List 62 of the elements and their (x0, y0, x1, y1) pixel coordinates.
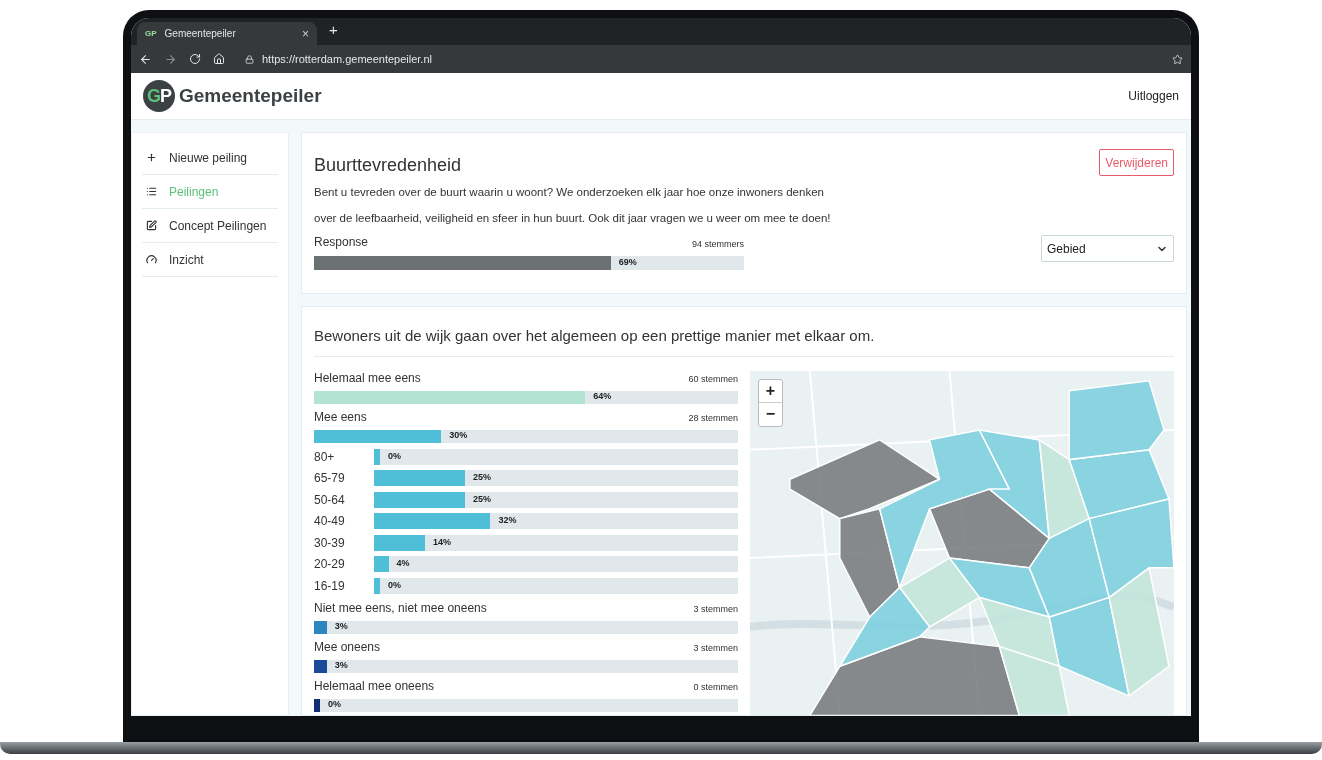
voter-count: 94 stemmers (692, 237, 744, 251)
answer-label: Mee eens (314, 408, 367, 426)
vote-count: 0 stemmen (693, 681, 738, 694)
edit-icon (146, 220, 157, 231)
percent-label: 0% (388, 449, 401, 463)
percent-label: 30% (449, 429, 468, 443)
vote-count: 60 stemmen (688, 373, 738, 386)
answer-label: Mee oneens (314, 638, 381, 656)
back-icon[interactable] (139, 52, 152, 66)
age-group-label: 50-64 (314, 491, 346, 509)
tab-title: Gemeentepeiler (164, 27, 237, 41)
age-group-label: 20-29 (314, 556, 346, 573)
percent-label: 69% (618, 256, 637, 270)
new-tab-button[interactable]: + (329, 18, 338, 41)
question-title: Bewoners uit de wijk gaan over het algemeen op een prettige manier met elkaar om. (314, 325, 1174, 357)
forward-icon[interactable] (164, 52, 177, 66)
percent-label: 64% (593, 390, 612, 404)
percent-label: 3% (334, 659, 348, 673)
brand-name: Gemeentepeiler (179, 83, 323, 108)
vote-count: 28 stemmen (688, 412, 738, 425)
home-icon[interactable] (213, 53, 225, 65)
logo-badge: GP (143, 80, 175, 112)
poll-title: Buurttevredenheid (314, 154, 463, 177)
zoom-out-button[interactable]: − (759, 402, 782, 426)
zoom-in-button[interactable]: + (759, 379, 782, 403)
browser-tab[interactable]: GP Gemeentepeiler × (137, 22, 317, 45)
age-group-label: 40-49 (314, 513, 346, 530)
delete-button[interactable]: Verwijderen (1099, 149, 1174, 176)
sidebar-item[interactable]: Nieuwe peiling (142, 141, 278, 175)
gauge-icon (146, 254, 157, 265)
percent-label: 4% (396, 557, 410, 571)
percent-label: 25% (473, 471, 491, 485)
percent-label: 14% (432, 535, 451, 549)
percent-label: 0% (388, 578, 401, 592)
lock-icon (245, 54, 254, 64)
percent-label: 25% (473, 492, 491, 506)
age-group-label: 16-19 (314, 577, 346, 595)
reload-icon[interactable] (189, 53, 201, 65)
percent-label: 32% (498, 514, 517, 528)
url-field[interactable]: https://rotterdam.gemeentepeiler.nl (262, 50, 1160, 68)
age-group-label: 65-79 (314, 470, 346, 487)
area-dropdown[interactable]: Gebied (1041, 235, 1174, 262)
answer-label: Helemaal mee oneens (314, 677, 435, 695)
age-group-label: 30-39 (314, 534, 346, 552)
vote-count: 3 stemmen (693, 603, 738, 616)
poll-description: Bent u tevreden over de buurt waarin u woont? We onderzoeken elk jaar hoe onze inwoners denken (314, 185, 825, 200)
poll-description: over de leefbaarheid, veiligheid en sfeer in hun buurt. Ook dit jaar vragen we u weer om mee te doen! (314, 211, 831, 226)
tab-close[interactable]: × (302, 24, 309, 43)
bookmark-star-icon[interactable] (1172, 53, 1183, 65)
plus-icon (146, 152, 157, 163)
vote-count: 3 stemmen (693, 642, 738, 655)
age-group-label: 80+ (314, 448, 336, 466)
logout-link[interactable]: Uitloggen (1128, 87, 1179, 105)
sidebar-item[interactable]: Inzicht (142, 243, 278, 277)
list-icon (146, 186, 157, 197)
sidebar-item[interactable]: Concept Peilingen (142, 209, 278, 243)
percent-label: 3% (334, 620, 348, 634)
percent-label: 0% (328, 698, 341, 712)
answer-label: Helemaal mee eens (314, 369, 421, 387)
response-label: Response (314, 234, 369, 251)
answer-label: Niet mee eens, niet mee oneens (314, 599, 487, 617)
tab-favicon: GP (145, 27, 157, 40)
